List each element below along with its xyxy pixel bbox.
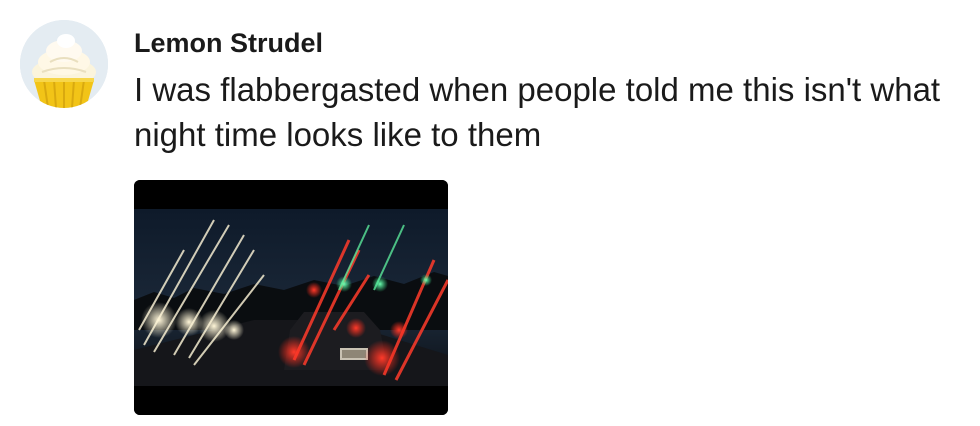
- author-avatar[interactable]: [20, 20, 108, 108]
- comment-post: Lemon Strudel I was flabbergasted when p…: [0, 0, 980, 426]
- author-name[interactable]: Lemon Strudel: [134, 26, 323, 60]
- cupcake-avatar-icon: [20, 20, 108, 108]
- comment-text: I was flabbergasted when people told me …: [134, 71, 941, 153]
- night-driving-photo: [134, 180, 448, 415]
- attached-photo[interactable]: [134, 180, 448, 415]
